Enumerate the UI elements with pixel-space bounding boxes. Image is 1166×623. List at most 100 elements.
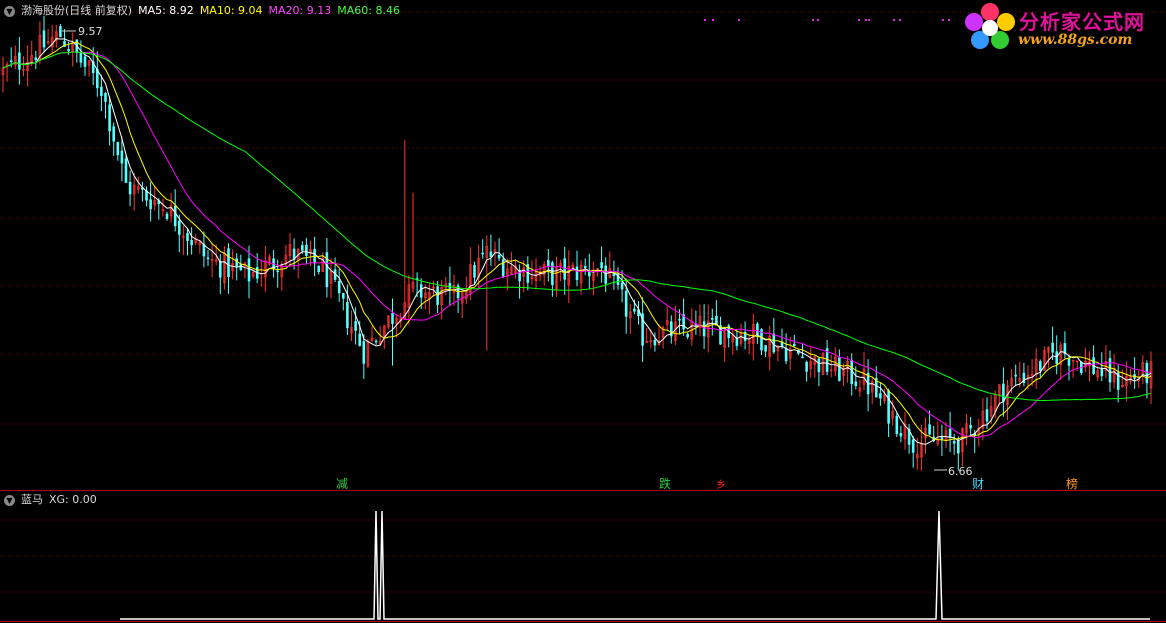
candle-body — [895, 415, 899, 435]
candle-body — [173, 205, 177, 227]
signal-dot — [948, 19, 950, 21]
candle-body — [817, 358, 821, 373]
signal-dot — [812, 19, 814, 21]
candle-body — [1108, 358, 1112, 383]
candle-body — [235, 258, 238, 267]
candle-body — [391, 312, 394, 324]
ma20-value: MA20: 9.13 — [268, 4, 332, 17]
candle-body — [300, 245, 304, 251]
candle-body — [784, 348, 788, 362]
candle-body — [120, 150, 124, 164]
xg-line — [120, 510, 1150, 620]
candle-body — [710, 318, 714, 320]
candle-body — [956, 439, 960, 454]
candle-body — [952, 441, 956, 444]
high-marker-label: 9.57 — [78, 25, 103, 38]
candle-body — [448, 282, 452, 289]
candle-body — [735, 338, 739, 346]
candle-body — [346, 302, 349, 329]
ma5-line — [2, 38, 1152, 445]
indicator-header: ▼ 蓝马 XG: 0.00 — [0, 491, 103, 509]
candle-body — [1051, 342, 1054, 353]
candle-body — [124, 158, 128, 183]
candle-body — [83, 56, 87, 67]
flower-logo-icon — [965, 3, 1015, 49]
candle-body — [948, 428, 952, 438]
signal-label: 减 — [336, 477, 349, 491]
candle-body — [362, 341, 366, 364]
ma5-value: MA5: 8.92 — [138, 4, 194, 17]
candle-body — [305, 244, 308, 256]
candle-body — [104, 93, 107, 102]
candle-body — [34, 57, 38, 61]
signal-dot — [899, 19, 901, 21]
candle-body — [1014, 374, 1018, 377]
candle-body — [887, 390, 890, 424]
ma10-line — [2, 41, 1152, 442]
candle-body — [563, 258, 567, 280]
signal-dot — [942, 19, 944, 21]
candle-body — [67, 48, 70, 52]
candle-body — [325, 252, 329, 288]
candle-body — [100, 86, 103, 96]
candle-body — [436, 286, 439, 305]
candle-body — [686, 333, 690, 337]
signal-dot — [868, 19, 870, 21]
chevron-down-icon[interactable]: ▼ — [4, 494, 15, 506]
candle-body — [276, 270, 280, 273]
signal-dot — [817, 19, 819, 21]
candle-body — [149, 199, 152, 210]
candle-body — [341, 293, 345, 299]
candle-body — [969, 424, 972, 429]
candle-body — [772, 333, 776, 353]
ma60-value: MA60: 8.46 — [337, 4, 400, 17]
candle-body — [756, 323, 759, 335]
candle-body — [624, 290, 628, 317]
candle-body — [633, 308, 636, 312]
candle-body — [1100, 368, 1104, 377]
candle-body — [801, 356, 804, 359]
candle-body — [247, 258, 251, 282]
candle-body — [165, 213, 169, 219]
candle-body — [79, 52, 83, 63]
site-logo[interactable]: 分析家公式网 www.88gs.com — [962, 2, 1162, 54]
candle-body — [501, 259, 505, 277]
chevron-down-icon[interactable]: ▼ — [4, 5, 15, 17]
candle-body — [112, 126, 115, 142]
candle-body — [354, 321, 357, 331]
candle-body — [497, 254, 501, 259]
candle-body — [546, 260, 550, 267]
candle-body — [206, 257, 210, 260]
candle-body — [59, 26, 62, 38]
candle-body — [838, 357, 841, 381]
logo-title: 分析家公式网 — [1019, 10, 1145, 34]
stock-title: 渤海股份(日线 前复权) — [21, 4, 133, 17]
candle-body — [128, 181, 132, 195]
candle-body — [374, 340, 378, 343]
candle-body — [42, 30, 46, 48]
candle-body — [653, 340, 657, 346]
ma10-value: MA10: 9.04 — [199, 4, 263, 17]
candle-body — [985, 409, 989, 422]
candle-body — [337, 280, 341, 294]
candle-body — [1067, 358, 1071, 366]
signal-dot — [858, 19, 860, 21]
signal-dot — [893, 19, 895, 21]
signal-dot — [865, 19, 867, 21]
candle-body — [190, 240, 193, 246]
candle-body — [879, 393, 882, 399]
candle-body — [219, 261, 222, 278]
candle-body — [702, 321, 706, 337]
candle-body — [583, 265, 587, 269]
candle-body — [1145, 362, 1149, 384]
main-chart-header: ▼ 渤海股份(日线 前复权) MA5: 8.92 MA10: 9.04 MA20: 9.… — [0, 2, 406, 20]
candle-body — [317, 265, 321, 272]
candle-body — [186, 233, 189, 241]
signal-label: 榜 — [1066, 477, 1079, 491]
candle-body — [604, 265, 608, 284]
candle-body — [481, 252, 485, 255]
logo-url: www.88gs.com — [1018, 32, 1133, 48]
low-marker-label: 6.66 — [948, 465, 973, 478]
signal-label: 财 — [972, 477, 985, 491]
candle-body — [473, 265, 476, 278]
